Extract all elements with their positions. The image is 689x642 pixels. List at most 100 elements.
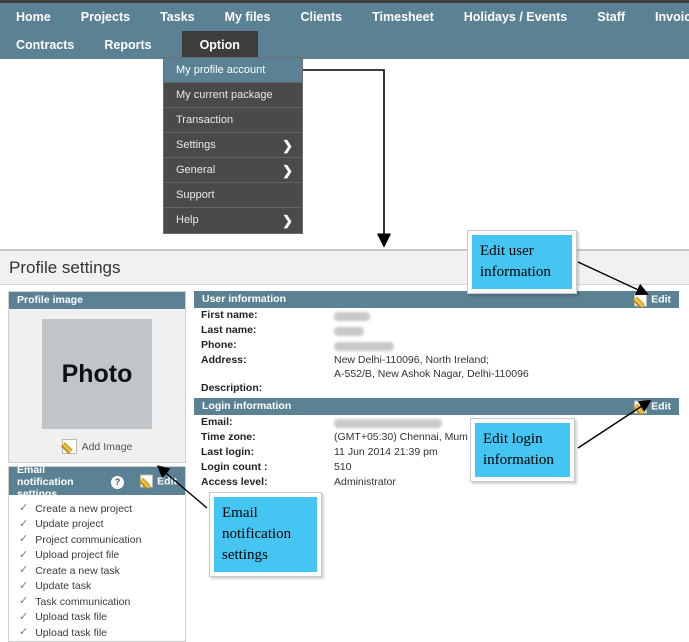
nav-item-reports[interactable]: Reports bbox=[104, 31, 151, 59]
edit-login-information-button[interactable]: Edit bbox=[634, 398, 671, 415]
login-information-header: Login information Edit bbox=[194, 398, 679, 415]
nav-item-home[interactable]: Home bbox=[16, 3, 51, 31]
email-notification-item[interactable]: ✓ Update task bbox=[11, 579, 185, 595]
info-row-label: Phone: bbox=[201, 339, 237, 351]
info-row-value bbox=[334, 338, 394, 353]
email-notification-header: Email notification settings ? Edit bbox=[9, 464, 185, 500]
info-row: Access level: Administrator bbox=[194, 475, 679, 490]
nav-item-option-active[interactable]: Option bbox=[181, 31, 258, 59]
redacted-value bbox=[334, 327, 364, 337]
email-notification-item-label: Create a new project bbox=[35, 502, 133, 515]
info-row: Email: bbox=[194, 415, 679, 430]
nav-item-projects[interactable]: Projects bbox=[81, 3, 130, 31]
email-notification-item[interactable]: ✓ Task communication bbox=[11, 594, 185, 610]
info-row-label: Last login: bbox=[201, 446, 255, 458]
nav-row-secondary: Contracts Reports Option bbox=[0, 31, 689, 59]
nav-item-staff[interactable]: Staff bbox=[597, 3, 625, 31]
annotation-edit-login-information: Edit login information bbox=[470, 418, 575, 482]
profile-settings-page: Profile settings Profile image Photo Add… bbox=[0, 249, 689, 642]
dropdown-item-settings[interactable]: Settings ❯ bbox=[164, 133, 302, 158]
email-notification-item-label: Create a new task bbox=[35, 564, 120, 577]
email-notification-item-label: Update project bbox=[35, 518, 104, 531]
info-row-label: Time zone: bbox=[201, 431, 256, 443]
info-row-value bbox=[334, 323, 364, 338]
user-information-panel: User information Edit First name: Last na… bbox=[194, 291, 679, 396]
check-icon: ✓ bbox=[19, 517, 29, 530]
email-notification-item-label: Upload task file bbox=[35, 626, 108, 639]
info-row: Time zone: (GMT+05:30) Chennai, Mum bbox=[194, 430, 679, 445]
profile-image-panel-title: Profile image bbox=[17, 294, 83, 306]
edit-user-information-button[interactable]: Edit bbox=[634, 291, 671, 308]
page-header: Profile settings bbox=[0, 251, 689, 285]
nav-item-contracts[interactable]: Contracts bbox=[16, 31, 74, 59]
chevron-right-icon: ❯ bbox=[282, 213, 293, 228]
info-row: Address: New Delhi-110096, North Ireland;… bbox=[194, 353, 679, 381]
pencil-icon bbox=[634, 400, 648, 413]
nav-row-primary: Home Projects Tasks My files Clients Timeshee… bbox=[0, 3, 689, 31]
email-notification-item[interactable]: ✓ Project communication bbox=[11, 532, 185, 548]
check-icon: ✓ bbox=[19, 610, 29, 623]
dropdown-item-label: Settings bbox=[176, 139, 216, 151]
info-row-label: Login count : bbox=[201, 461, 268, 473]
profile-photo-label: Photo bbox=[61, 359, 133, 388]
pencil-icon bbox=[634, 293, 648, 306]
dropdown-item-general[interactable]: General ❯ bbox=[164, 158, 302, 183]
dropdown-item-support[interactable]: Support bbox=[164, 183, 302, 208]
option-dropdown-menu: My profile account My current package Tran… bbox=[163, 57, 303, 234]
edit-email-notification-button[interactable]: Edit bbox=[140, 474, 177, 488]
annotation-email-notification-settings: Email notification settings bbox=[209, 492, 322, 577]
info-row-label: First name: bbox=[201, 309, 258, 321]
add-image-button[interactable]: Add Image bbox=[9, 439, 185, 454]
nav-item-invoice[interactable]: Invoice bbox=[655, 3, 689, 31]
info-row-label: Access level: bbox=[201, 476, 268, 488]
help-icon[interactable]: ? bbox=[111, 475, 124, 489]
check-icon: ✓ bbox=[19, 533, 29, 546]
info-row-label: Last name: bbox=[201, 324, 257, 336]
annotation-edit-login-information-text: Edit login information bbox=[475, 423, 570, 477]
edit-user-information-label: Edit bbox=[651, 293, 671, 305]
edit-login-information-label: Edit bbox=[651, 400, 671, 412]
email-notification-item[interactable]: ✓ Upload project file bbox=[11, 548, 185, 564]
redacted-value bbox=[334, 342, 394, 352]
email-notification-item[interactable]: ✓ Create a new project bbox=[11, 501, 185, 517]
check-icon: ✓ bbox=[19, 579, 29, 592]
info-row: First name: bbox=[194, 308, 679, 323]
arrow-profile-account-to-page bbox=[303, 69, 392, 248]
redacted-value bbox=[334, 312, 370, 322]
info-row: Description: bbox=[194, 381, 679, 396]
email-notification-item-label: Upload project file bbox=[35, 549, 120, 562]
user-information-rows: First name: Last name: Phone: Address: New D… bbox=[194, 308, 679, 396]
dropdown-item-label: General bbox=[176, 164, 216, 176]
info-row-value: New Delhi-110096, North Ireland; A-552/B,… bbox=[334, 353, 529, 381]
email-notification-item[interactable]: ✓ Upload task file bbox=[11, 610, 185, 626]
nav-item-tasks[interactable]: Tasks bbox=[160, 3, 195, 31]
dropdown-item-transaction[interactable]: Transaction bbox=[164, 108, 302, 133]
dropdown-item-my-profile-account[interactable]: My profile account bbox=[164, 58, 302, 83]
pencil-icon bbox=[61, 439, 77, 454]
info-row-value-line: A-552/B, New Ashok Nagar, Delhi-110096 bbox=[334, 368, 529, 380]
email-notification-item[interactable]: ✓ Upload task file bbox=[11, 625, 185, 641]
nav-item-my-files[interactable]: My files bbox=[225, 3, 271, 31]
right-column: User information Edit First name: Last na… bbox=[194, 291, 679, 642]
email-notification-title: Email notification settings bbox=[17, 464, 95, 500]
redacted-value bbox=[334, 419, 442, 429]
nav-item-timesheet[interactable]: Timesheet bbox=[372, 3, 434, 31]
email-notification-item[interactable]: ✓ Update project bbox=[11, 517, 185, 533]
check-icon: ✓ bbox=[19, 548, 29, 561]
dropdown-item-label: Support bbox=[176, 189, 215, 201]
email-notification-item-label: Upload task file bbox=[35, 611, 108, 624]
login-information-rows: Email: Time zone: (GMT+05:30) Chennai, Mum… bbox=[194, 415, 679, 490]
nav-item-holidays-events[interactable]: Holidays / Events bbox=[464, 3, 568, 31]
email-notification-item[interactable]: ✓ Create a new task bbox=[11, 563, 185, 579]
info-row-value-line: New Delhi-110096, North Ireland; bbox=[334, 354, 490, 366]
info-row: Phone: bbox=[194, 338, 679, 353]
dropdown-item-my-current-package[interactable]: My current package bbox=[164, 83, 302, 108]
edit-email-notification-label: Edit bbox=[157, 475, 177, 487]
annotation-edit-user-information-text: Edit user information bbox=[472, 235, 572, 289]
dropdown-item-help[interactable]: Help ❯ bbox=[164, 208, 302, 233]
nav-item-clients[interactable]: Clients bbox=[300, 3, 342, 31]
info-row-value: (GMT+05:30) Chennai, Mum bbox=[334, 431, 468, 443]
info-row-value: 11 Jun 2014 21:39 pm bbox=[334, 446, 438, 458]
dropdown-item-label: Help bbox=[176, 214, 199, 226]
info-row-label: Description: bbox=[201, 382, 263, 394]
